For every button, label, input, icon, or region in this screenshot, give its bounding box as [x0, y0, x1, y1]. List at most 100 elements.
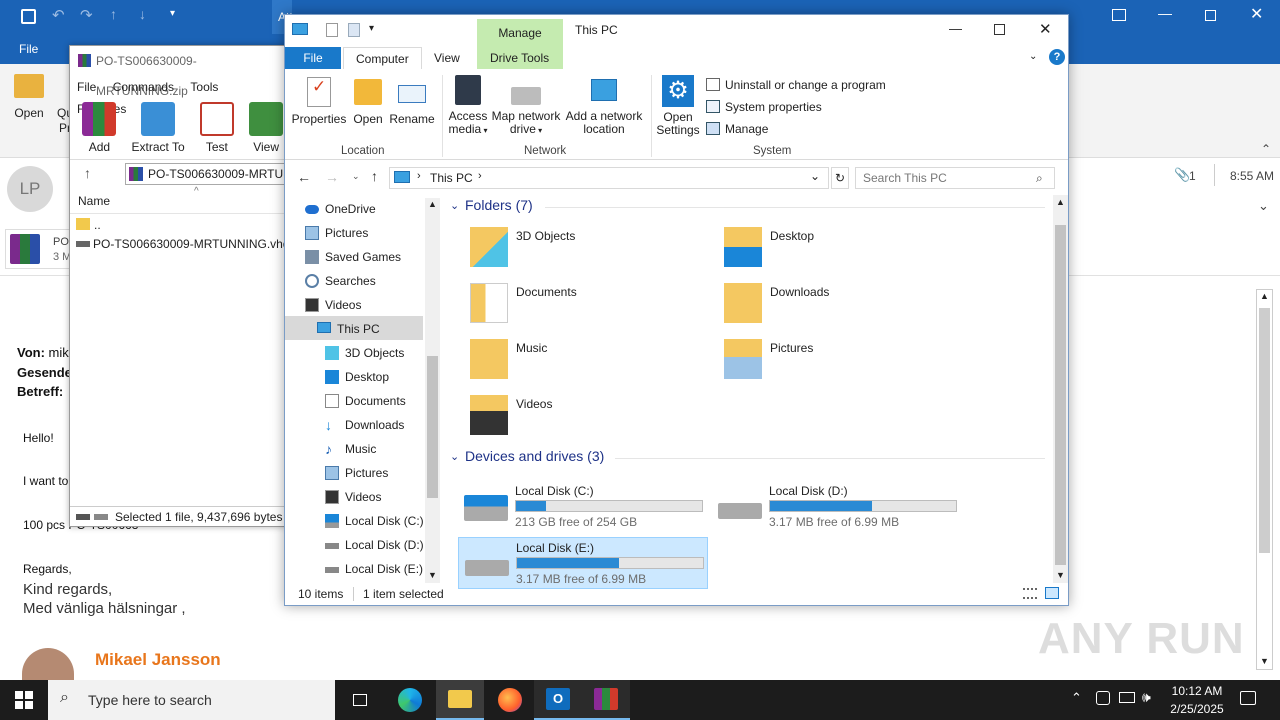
folder-tile-desktop[interactable]: Desktop	[724, 225, 964, 275]
help-icon[interactable]: ?	[1049, 49, 1065, 65]
menu-tools[interactable]: Tools	[190, 80, 218, 94]
folder-tile-music[interactable]: Music	[470, 337, 710, 387]
scroll-thumb[interactable]	[1259, 308, 1270, 553]
ribbon-expand-icon[interactable]: ⌄	[1029, 51, 1037, 62]
clock-time[interactable]: 10:12 AM	[1169, 684, 1225, 698]
folders-header[interactable]: Folders (7)	[465, 197, 533, 213]
drive-tile-c[interactable]: Local Disk (C:) 213 GB free of 254 GB	[458, 481, 708, 533]
tab-file[interactable]: File	[19, 42, 38, 56]
rename-button[interactable]: Rename	[389, 77, 435, 126]
sidebar-item-desktop[interactable]: Desktop	[325, 366, 389, 388]
restore-ribbon-icon[interactable]	[1112, 9, 1126, 21]
down-icon[interactable]: ↓	[139, 6, 146, 22]
address-field[interactable]: › This PC › ⌄	[389, 167, 829, 189]
sidebar-item-onedrive[interactable]: OneDrive	[305, 198, 376, 220]
forward-icon[interactable]: →	[325, 169, 339, 185]
menu-commands[interactable]: Commands	[113, 80, 174, 94]
tab-computer[interactable]: Computer	[343, 47, 422, 70]
scroll-up-icon[interactable]: ▲	[1260, 291, 1269, 301]
large-icons-view-icon[interactable]	[1045, 587, 1059, 599]
sidebar-item-pictures-2[interactable]: Pictures	[325, 462, 388, 484]
sidebar-item-videos-2[interactable]: Videos	[325, 486, 381, 508]
customize-icon[interactable]: ▾	[170, 8, 175, 19]
outlook-icon[interactable]: O	[534, 680, 582, 720]
maximize-icon[interactable]	[1205, 10, 1216, 21]
task-view-icon[interactable]	[336, 680, 384, 720]
sidebar-item-disk-e[interactable]: Local Disk (E:)	[325, 558, 423, 580]
save-icon[interactable]	[21, 9, 36, 24]
display-icon[interactable]	[1119, 692, 1135, 703]
drive-tile-d[interactable]: Local Disk (D:) 3.17 MB free of 6.99 MB	[712, 481, 962, 533]
volume-icon[interactable]: 🕪	[1142, 689, 1151, 706]
new-folder-qat-icon[interactable]	[348, 23, 360, 37]
view-button[interactable]: View	[246, 98, 286, 156]
firefox-icon[interactable]	[486, 680, 534, 720]
sidebar-item-documents[interactable]: Documents	[325, 390, 406, 412]
up-one-level-icon[interactable]: ↑	[84, 165, 91, 181]
minimize-icon[interactable]: —	[1158, 5, 1172, 21]
close-icon[interactable]: ✕	[1250, 4, 1263, 24]
system-properties-link[interactable]: System properties	[706, 100, 822, 114]
add-button[interactable]: Add	[70, 98, 129, 156]
collapse-ribbon-icon[interactable]: ⌃	[1261, 142, 1271, 156]
open-attachment-button[interactable]: Open	[10, 74, 48, 120]
breadcrumb-chevron-icon[interactable]: ›	[478, 170, 482, 182]
folder-tile-documents[interactable]: Documents	[470, 281, 710, 331]
folder-tile-videos[interactable]: Videos	[470, 393, 710, 443]
folder-tile-pictures[interactable]: Pictures	[724, 337, 964, 387]
open-settings-button[interactable]: ⚙ Open Settings	[655, 75, 701, 137]
breadcrumb-chevron-icon[interactable]: ›	[417, 170, 421, 182]
devices-header[interactable]: Devices and drives (3)	[465, 448, 604, 464]
extract-to-button[interactable]: Extract To	[129, 98, 188, 156]
sidebar-item-pictures[interactable]: Pictures	[305, 222, 368, 244]
expand-header-icon[interactable]: ⌄	[1258, 198, 1269, 214]
taskbar-search-input[interactable]: ⌕ Type here to search	[48, 680, 335, 720]
refresh-icon[interactable]: ↻	[831, 167, 849, 189]
list-item-parent[interactable]: ..	[76, 216, 101, 234]
recent-locations-icon[interactable]: ⌄	[352, 171, 360, 182]
sidebar-item-3d-objects[interactable]: 3D Objects	[325, 342, 404, 364]
back-icon[interactable]: ←	[297, 169, 311, 185]
clock-date[interactable]: 2/25/2025	[1165, 702, 1229, 716]
path-field[interactable]: PO-TS006630009-MRTUNN	[125, 163, 285, 185]
list-item-file[interactable]: PO-TS006630009-MRTUNNING.vhd	[76, 235, 290, 253]
map-network-drive-button[interactable]: Map network drive ▾	[491, 75, 561, 137]
up-icon[interactable]: ↑	[371, 168, 378, 184]
attachment-chip[interactable]: PO 3 M	[5, 229, 75, 269]
open-button[interactable]: Open	[350, 77, 386, 126]
tab-file[interactable]: File	[285, 47, 341, 69]
test-button[interactable]: Test	[187, 98, 246, 156]
notifications-icon[interactable]	[1240, 691, 1256, 705]
add-network-location-button[interactable]: Add a network location	[563, 75, 645, 136]
address-dropdown-icon[interactable]: ⌄	[810, 169, 820, 183]
scroll-thumb[interactable]	[427, 356, 438, 498]
maximize-icon[interactable]	[994, 24, 1005, 35]
content-scrollbar[interactable]: ▲ ▼	[1053, 195, 1068, 583]
sidebar-item-videos[interactable]: Videos	[305, 294, 361, 316]
properties-qat-icon[interactable]	[326, 23, 338, 37]
qat-dropdown-icon[interactable]: ▾	[369, 23, 374, 34]
properties-button[interactable]: ✓ Properties	[291, 77, 347, 126]
sidebar-item-disk-c[interactable]: Local Disk (C:)	[325, 510, 424, 532]
network-icon[interactable]	[1096, 691, 1110, 705]
sidebar-item-music[interactable]: ♪ Music	[325, 438, 376, 460]
manage-link[interactable]: Manage	[706, 122, 768, 136]
sidebar-item-this-pc-label[interactable]: This PC	[317, 318, 380, 340]
file-explorer-icon[interactable]	[436, 680, 484, 720]
edge-icon[interactable]	[386, 680, 434, 720]
menu-file[interactable]: File	[77, 80, 96, 94]
scroll-down-icon[interactable]: ▼	[1260, 656, 1269, 666]
collapse-folders-icon[interactable]: ⌄	[450, 199, 459, 212]
tab-drive-tools[interactable]: Drive Tools	[478, 47, 561, 69]
folder-tile-3d-objects[interactable]: 3D Objects	[470, 225, 710, 275]
tab-view[interactable]: View	[422, 47, 472, 69]
scroll-up-icon[interactable]: ▲	[1056, 197, 1065, 207]
uninstall-program-link[interactable]: Uninstall or change a program	[706, 78, 886, 92]
show-hidden-icons-icon[interactable]: ⌃	[1071, 690, 1082, 706]
close-icon[interactable]: ✕	[1039, 20, 1052, 38]
details-view-icon[interactable]	[1023, 588, 1037, 599]
search-input[interactable]: Search This PC ⌕	[855, 167, 1055, 189]
scroll-thumb[interactable]	[1055, 225, 1066, 565]
mail-scrollbar[interactable]: ▲ ▼	[1256, 289, 1273, 670]
sidebar-item-downloads[interactable]: ↓ Downloads	[325, 414, 404, 436]
